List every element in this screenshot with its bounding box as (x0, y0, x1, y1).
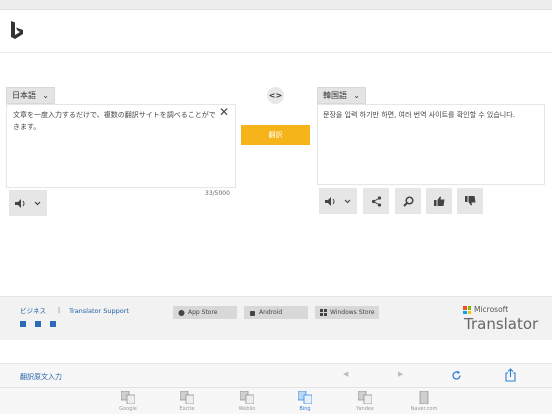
share-button[interactable] (363, 188, 389, 214)
share-icon (371, 195, 381, 207)
tab-google[interactable]: Google (108, 388, 148, 415)
microsoft-label: Microsoft (474, 305, 509, 314)
facebook-icon[interactable] (20, 321, 26, 327)
target-speak-button[interactable] (319, 188, 357, 214)
apple-icon (178, 310, 185, 316)
windows-store-label: Windows Store (330, 309, 375, 316)
chevron-down-icon (34, 201, 41, 205)
tab-label: Weblio (238, 406, 256, 412)
translate-icon (121, 391, 135, 404)
tab-bing[interactable]: Bing (285, 388, 325, 415)
search-button[interactable] (395, 188, 421, 214)
character-count: 33/5000 (205, 190, 230, 197)
tab-label: Naver.com (410, 406, 438, 412)
speaker-icon (15, 198, 25, 208)
tab-yandex[interactable]: Yandex (345, 388, 385, 415)
tab-excite[interactable]: Excite (167, 388, 207, 415)
twitter-icon[interactable] (35, 321, 41, 327)
microsoft-logo (463, 306, 471, 314)
thumbs-down-button[interactable] (457, 188, 483, 214)
thumbs-up-icon (433, 196, 444, 206)
windows-store-button[interactable]: Windows Store (315, 306, 379, 319)
source-speak-button[interactable] (9, 190, 47, 216)
source-text[interactable]: 文章を一度入力するだけで、複数の翻訳サイトを調べることができます。 (13, 109, 218, 133)
translate-icon (358, 391, 372, 404)
tab-weblio[interactable]: Weblio (227, 388, 267, 415)
book-icon (419, 391, 429, 404)
footer-separator: | (58, 307, 61, 314)
windows-icon (320, 309, 327, 316)
android-icon (250, 311, 255, 316)
thumbs-down-icon (464, 196, 475, 206)
tab-bar: Google Excite Weblio Bing Yandex Naver.c… (0, 387, 552, 414)
reload-icon[interactable] (451, 370, 462, 381)
target-language-label: 韓国語 (323, 91, 347, 100)
source-language-label: 日本語 (12, 91, 36, 100)
back-arrow-icon[interactable]: ◀ (343, 370, 348, 378)
status-bar (0, 0, 552, 10)
speaker-icon (325, 196, 335, 206)
app-store-button[interactable]: App Store (173, 306, 237, 319)
edit-source-link[interactable]: 翻訳原文入力 (20, 372, 62, 382)
translate-button[interactable]: 翻訳 (241, 125, 310, 145)
translator-brand: Translator (464, 315, 539, 333)
bing-logo (11, 21, 23, 39)
translate-icon (240, 391, 254, 404)
translator-support-link[interactable]: Translator Support (69, 307, 129, 315)
chevron-down-icon: ⌄ (42, 91, 49, 100)
app-store-label: App Store (188, 309, 218, 316)
page-footer: ビジネス | Translator Support App Store Andr… (0, 297, 552, 340)
thumbs-up-button[interactable] (426, 188, 452, 214)
tab-label: Excite (179, 406, 195, 412)
linkedin-icon[interactable] (50, 321, 56, 327)
translate-icon (180, 391, 194, 404)
tab-label: Yandex (356, 406, 374, 412)
app-toolbar: 翻訳原文入力 ◀ ▶ (0, 363, 552, 387)
tab-label: Bing (299, 406, 311, 412)
tab-naver[interactable]: Naver.com (404, 388, 444, 415)
business-link[interactable]: ビジネス (20, 307, 46, 315)
swap-languages-button[interactable]: <> (267, 87, 284, 104)
target-language-select[interactable]: 韓国語 ⌄ (317, 87, 366, 104)
android-label: Android (259, 309, 283, 316)
header-divider (0, 52, 552, 53)
chevron-down-icon (344, 199, 351, 203)
chevron-down-icon: ⌄ (353, 91, 360, 100)
tab-label: Google (119, 406, 137, 412)
android-button[interactable]: Android (244, 306, 308, 319)
translated-text: 문장을 입력 하기만 하면, 여러 번역 사이트를 확인할 수 있습니다. (323, 111, 515, 119)
forward-arrow-icon[interactable]: ▶ (398, 370, 403, 378)
source-language-select[interactable]: 日本語 ⌄ (6, 87, 55, 104)
search-icon (402, 195, 414, 207)
page-bottom-space (0, 340, 552, 363)
clear-text-icon[interactable]: ✕ (219, 105, 229, 119)
translate-icon (298, 391, 312, 404)
share-icon[interactable] (505, 368, 516, 382)
